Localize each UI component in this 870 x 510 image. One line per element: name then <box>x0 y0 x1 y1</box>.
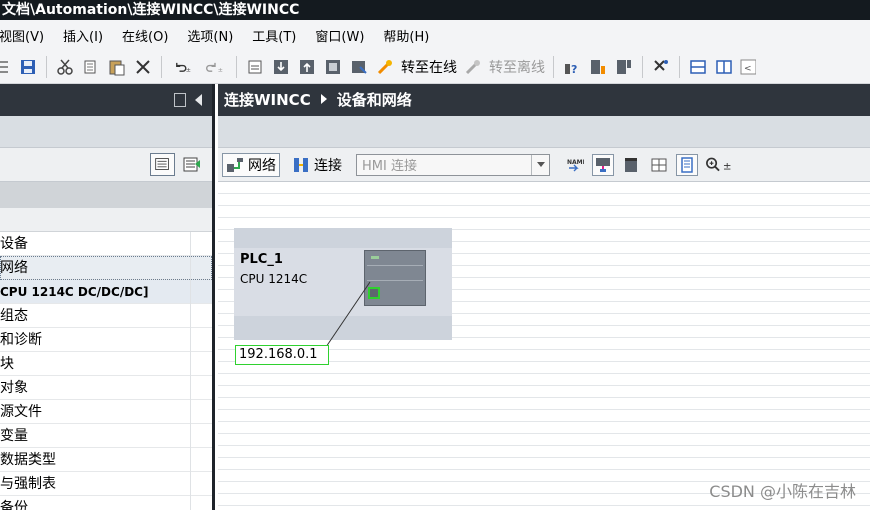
redo-icon[interactable]: ± <box>202 57 228 77</box>
cross-reference-icon[interactable] <box>651 57 671 77</box>
search-box-icon[interactable]: < <box>740 57 756 77</box>
network-view-label: 网络 <box>248 157 276 174</box>
tree-item-objects[interactable]: 对象 <box>0 376 212 400</box>
menu-help[interactable]: 帮助(H) <box>383 26 429 45</box>
connection-type-select[interactable]: HMI 连接 <box>356 153 550 176</box>
start-cpu-icon[interactable] <box>588 57 608 77</box>
copy-icon[interactable] <box>81 57 101 77</box>
upload-icon[interactable] <box>297 57 317 77</box>
details-view-icon[interactable] <box>150 153 175 176</box>
plc-cpu-type: CPU 1214C <box>240 272 308 286</box>
svg-text:±: ± <box>218 66 223 73</box>
connections-button[interactable]: 连接 <box>288 153 346 177</box>
auto-hide-icon[interactable] <box>174 93 186 107</box>
project-tree-header <box>0 84 212 116</box>
plc-device-icon <box>364 250 426 306</box>
status-led-icon <box>371 256 379 259</box>
zoom-icon[interactable]: ± <box>704 154 736 176</box>
undo-icon[interactable]: ± <box>170 57 196 77</box>
connections-label: 连接 <box>314 157 342 174</box>
connections-icon <box>294 157 308 172</box>
tree-item-cpu[interactable]: CPU 1214C DC/DC/DC] <box>0 280 212 304</box>
ip-address-label[interactable]: 192.168.0.1 <box>235 345 329 365</box>
breadcrumb: 连接WINCC 设备和网络 <box>218 84 870 116</box>
menu-bar: 视图(V) 插入(I) 在线(O) 选项(N) 工具(T) 窗口(W) 帮助(H… <box>0 20 870 50</box>
tree-header-row <box>0 182 212 208</box>
tree-item-configuration[interactable]: 组态 <box>0 304 212 328</box>
project-tree-band <box>0 116 212 148</box>
network-canvas[interactable]: PLC_1 CPU 1214C 192.168.0.1 CSDN @小陈在吉林 <box>218 182 870 510</box>
editor-tab-band <box>218 116 870 148</box>
breadcrumb-separator-icon <box>320 94 327 104</box>
delete-icon[interactable] <box>133 57 153 77</box>
grid-view-icon[interactable] <box>648 154 670 176</box>
tree-item-network[interactable]: 网络 <box>0 256 212 280</box>
chevron-down-icon[interactable] <box>531 154 549 175</box>
network-view-button[interactable]: 网络 <box>222 152 280 177</box>
device-icon[interactable] <box>323 57 343 77</box>
network-toolbar: 网络 连接 HMI 连接 NAME ± <box>218 148 870 182</box>
menu-view[interactable]: 视图(V) <box>0 26 44 45</box>
download-icon[interactable] <box>271 57 291 77</box>
split-horizontal-icon[interactable] <box>688 57 708 77</box>
tree-item-source-files[interactable]: 源文件 <box>0 400 212 424</box>
tree-item-diagnostics[interactable]: 和诊断 <box>0 328 212 352</box>
connection-type-value: HMI 连接 <box>362 159 417 174</box>
menu-options[interactable]: 选项(N) <box>187 26 233 45</box>
split-vertical-icon[interactable] <box>714 57 734 77</box>
tree-item-blocks[interactable]: 块 <box>0 352 212 376</box>
go-offline-label[interactable]: 转至离线 <box>489 57 545 77</box>
go-offline-icon[interactable] <box>463 57 483 77</box>
svg-text:±: ± <box>723 160 732 172</box>
svg-text:±: ± <box>186 66 191 73</box>
plc-name: PLC_1 <box>240 252 283 267</box>
new-group-icon[interactable] <box>181 154 203 175</box>
tree-item-data-types[interactable]: 数据类型 <box>0 448 212 472</box>
menu-insert[interactable]: 插入(I) <box>63 26 103 45</box>
io-module-icon <box>367 265 423 281</box>
main-toolbar: ± ± 转至在线 转至离线 ? < <box>0 50 870 84</box>
accessible-devices-icon[interactable]: ? <box>562 57 582 77</box>
breadcrumb-parent[interactable]: 连接WINCC <box>224 91 311 109</box>
window-title: 文档\Automation\连接WINCC\连接WINCC <box>0 0 870 20</box>
profinet-port-icon[interactable] <box>368 287 380 299</box>
tree-blank-row <box>0 208 212 232</box>
go-online-icon[interactable] <box>375 57 395 77</box>
tree-item-force-tables[interactable]: 与强制表 <box>0 472 212 496</box>
svg-text:NAME: NAME <box>567 159 584 166</box>
menu-grid-icon[interactable] <box>0 57 12 77</box>
simulate-icon[interactable] <box>349 57 369 77</box>
devices-networks-editor: 连接WINCC 设备和网络 网络 连接 HMI 连接 NAME <box>218 84 870 510</box>
menu-window[interactable]: 窗口(W) <box>315 26 364 45</box>
tree-item-devices[interactable]: 设备 <box>0 232 212 256</box>
stop-cpu-icon[interactable] <box>614 57 634 77</box>
tree-item-backups[interactable]: 备份 <box>0 496 212 510</box>
collapse-panel-icon[interactable] <box>195 94 202 106</box>
watermark: CSDN @小陈在吉林 <box>709 482 856 501</box>
plc-device-box[interactable]: PLC_1 CPU 1214C <box>234 228 452 340</box>
go-online-label[interactable]: 转至在线 <box>401 57 457 77</box>
svg-text:?: ? <box>571 63 577 76</box>
network-icon <box>227 157 243 172</box>
device-front-icon[interactable] <box>620 154 642 176</box>
save-icon[interactable] <box>18 57 38 77</box>
highlight-connections-icon[interactable] <box>592 153 614 176</box>
project-tree-toolbar <box>0 148 212 182</box>
svg-text:<: < <box>744 64 752 74</box>
menu-online[interactable]: 在线(O) <box>122 26 168 45</box>
compile-icon[interactable] <box>245 57 265 77</box>
tree-item-tags[interactable]: 变量 <box>0 424 212 448</box>
project-tree-panel: 设备 网络 CPU 1214C DC/DC/DC] 组态 和诊断 块 对象 源文… <box>0 84 215 510</box>
breadcrumb-current: 设备和网络 <box>336 91 412 109</box>
project-tree: 设备 网络 CPU 1214C DC/DC/DC] 组态 和诊断 块 对象 源文… <box>0 232 212 510</box>
menu-tools[interactable]: 工具(T) <box>252 26 296 45</box>
show-names-icon[interactable]: NAME <box>564 154 586 176</box>
cut-icon[interactable] <box>55 57 75 77</box>
paste-icon[interactable] <box>107 57 127 77</box>
page-break-icon[interactable] <box>676 153 698 176</box>
